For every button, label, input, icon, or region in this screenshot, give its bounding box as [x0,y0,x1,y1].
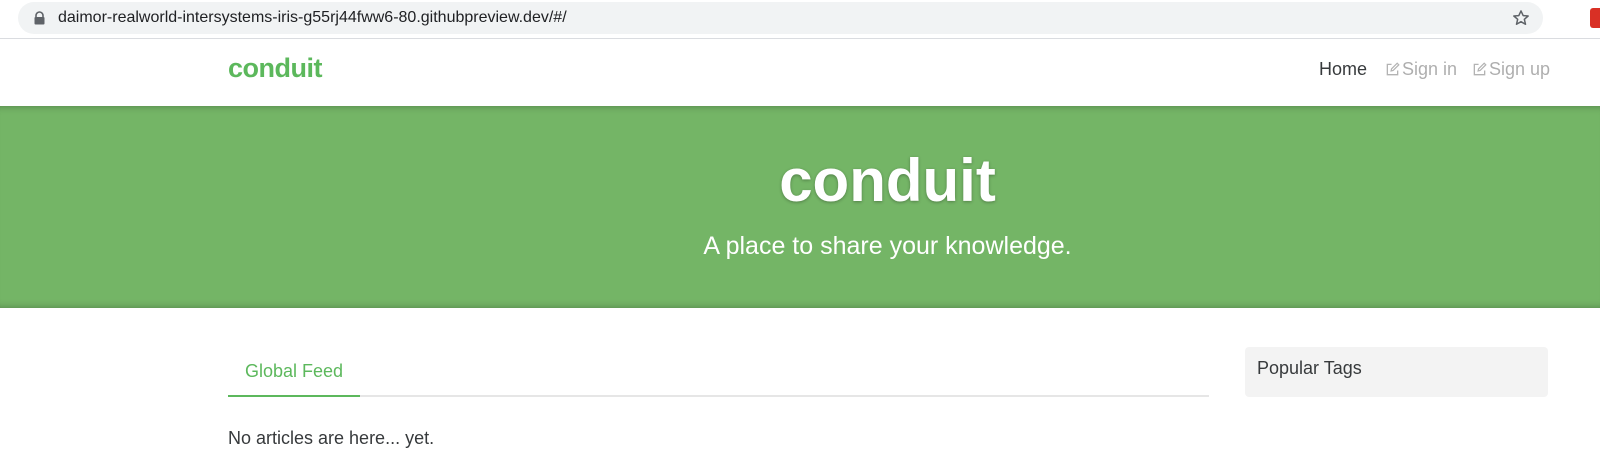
nav-home-link[interactable]: Home [1319,59,1367,80]
address-bar[interactable]: daimor-realworld-intersystems-iris-g55rj… [18,2,1543,34]
tab-global-feed[interactable]: Global Feed [228,349,360,397]
lock-icon[interactable] [33,11,46,25]
url-text[interactable]: daimor-realworld-intersystems-iris-g55rj… [58,2,567,34]
banner-subtitle: A place to share your knowledge. [703,232,1072,260]
extension-icon[interactable] [1590,8,1600,28]
popular-tags-sidebar: Popular Tags [1245,347,1548,397]
feed-toggle: Global Feed [228,349,1209,397]
edit-icon [1386,62,1400,76]
browser-toolbar: daimor-realworld-intersystems-iris-g55rj… [0,0,1600,39]
nav-signin-link[interactable]: Sign in [1385,59,1457,80]
navbar: conduit Home Sign in Sign up [0,39,1600,106]
sidebar-title: Popular Tags [1257,358,1362,378]
empty-feed-message: No articles are here... yet. [228,428,435,448]
nav-home-label: Home [1319,59,1368,79]
feed-tabs-divider [228,395,1209,397]
brand-logo[interactable]: conduit [228,53,322,84]
nav-signup-link[interactable]: Sign up [1472,59,1550,80]
star-icon[interactable] [1511,8,1531,28]
edit-icon [1473,62,1487,76]
hero-banner: conduit A place to share your knowledge. [0,106,1600,308]
banner-title: conduit [779,147,996,214]
nav-signin-label: Sign in [1402,59,1458,79]
nav-signup-label: Sign up [1489,59,1551,79]
